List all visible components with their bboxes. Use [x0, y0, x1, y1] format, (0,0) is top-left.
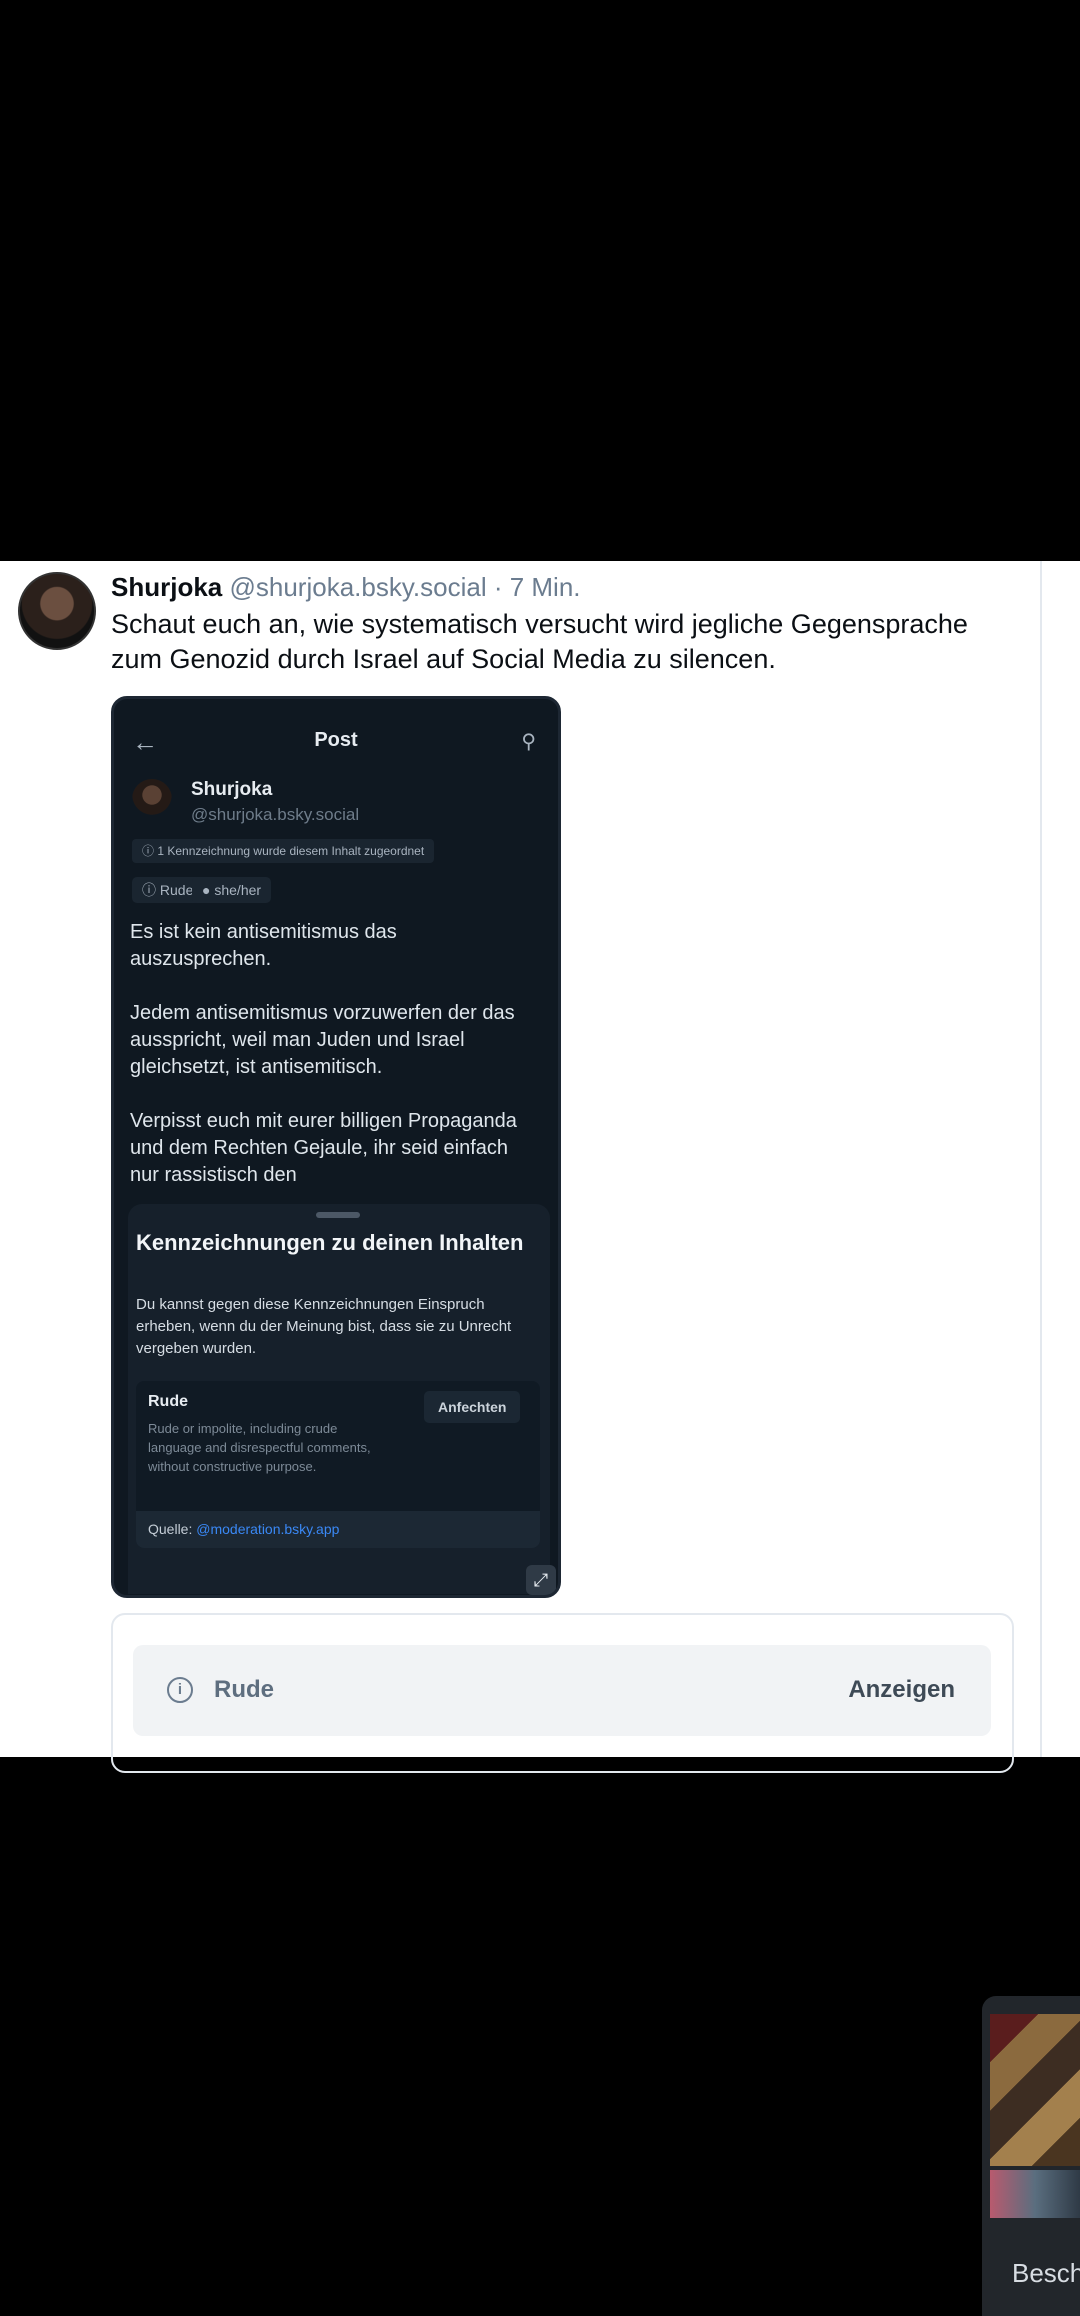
label-card-description: Rude or impolite, including crude langua… [148, 1421, 371, 1474]
sheet-title: Kennzeichnungen zu deinen Inhalten [136, 1230, 524, 1255]
label-card: Rude Rude or impolite, including crude l… [136, 1381, 540, 1548]
avatar[interactable] [18, 572, 96, 650]
source-prefix: Quelle: [148, 1521, 197, 1537]
screenshot-name: Shurjoka [191, 779, 273, 800]
screenshot-handle: @shurjoka.bsky.social [191, 805, 360, 824]
body-paragraph: Es ist kein antisemitismus das auszuspre… [130, 921, 397, 970]
content-label-bar[interactable]: i Rude Anzeigen [133, 1645, 991, 1736]
embedded-screenshot[interactable]: ← Post ⚲ Shurjoka @shurjoka.bsky.social … [111, 696, 561, 1598]
post-meta: Shurjoka @shurjoka.bsky.social · 7 Min. [111, 572, 581, 603]
screenshot-header-title: Post [314, 729, 358, 751]
chip-pronouns: ● she/her [192, 877, 272, 903]
content-label-text: Rude [214, 1676, 274, 1703]
label-notice-text: 1 Kennzeichnung wurde diesem Inhalt zuge… [157, 844, 425, 858]
author-handle[interactable]: @shurjoka.bsky.social [229, 572, 486, 602]
appeal-button: Anfechten [424, 1391, 521, 1423]
show-button[interactable]: Anzeigen [848, 1676, 955, 1704]
label-source: Quelle: @moderation.bsky.app [136, 1511, 540, 1548]
expand-icon[interactable]: ⤢ [526, 1565, 556, 1595]
thumbnail-image [990, 2014, 1080, 2166]
filter-icon: ⚲ [521, 731, 536, 753]
sheet-grabber [316, 1212, 360, 1218]
body-paragraph: Jedem antisemitismus vorzuwerfen der das… [130, 1002, 515, 1078]
source-link: @moderation.bsky.app [196, 1521, 340, 1537]
chip-pronouns-text: she/her [214, 882, 262, 898]
thumbnail-image-secondary [990, 2170, 1080, 2218]
pip-thumbnail[interactable]: Besch [982, 1996, 1080, 2316]
author-name[interactable]: Shurjoka [111, 572, 222, 602]
screenshot-avatar [132, 779, 172, 819]
post-time: · 7 Min. [486, 572, 581, 602]
divider [1040, 561, 1042, 1757]
label-notice: ⓘ 1 Kennzeichnung wurde diesem Inhalt zu… [132, 839, 435, 863]
chip-rude-text: Rude [159, 882, 194, 898]
info-icon: i [167, 1677, 193, 1703]
post-text: Schaut euch an, wie systematisch versuch… [111, 609, 968, 674]
screenshot-body: Es ist kein antisemitismus das auszuspre… [130, 919, 540, 1216]
thumbnail-label: Besch [1012, 2258, 1080, 2288]
labels-sheet: Kennzeichnungen zu deinen Inhalten Du ka… [128, 1204, 550, 1594]
sheet-description: Du kannst gegen diese Kennzeichnungen Ei… [136, 1296, 512, 1357]
label-card-title: Rude [148, 1393, 188, 1410]
body-paragraph: Verpisst euch mit eurer billigen Propaga… [130, 1110, 517, 1186]
